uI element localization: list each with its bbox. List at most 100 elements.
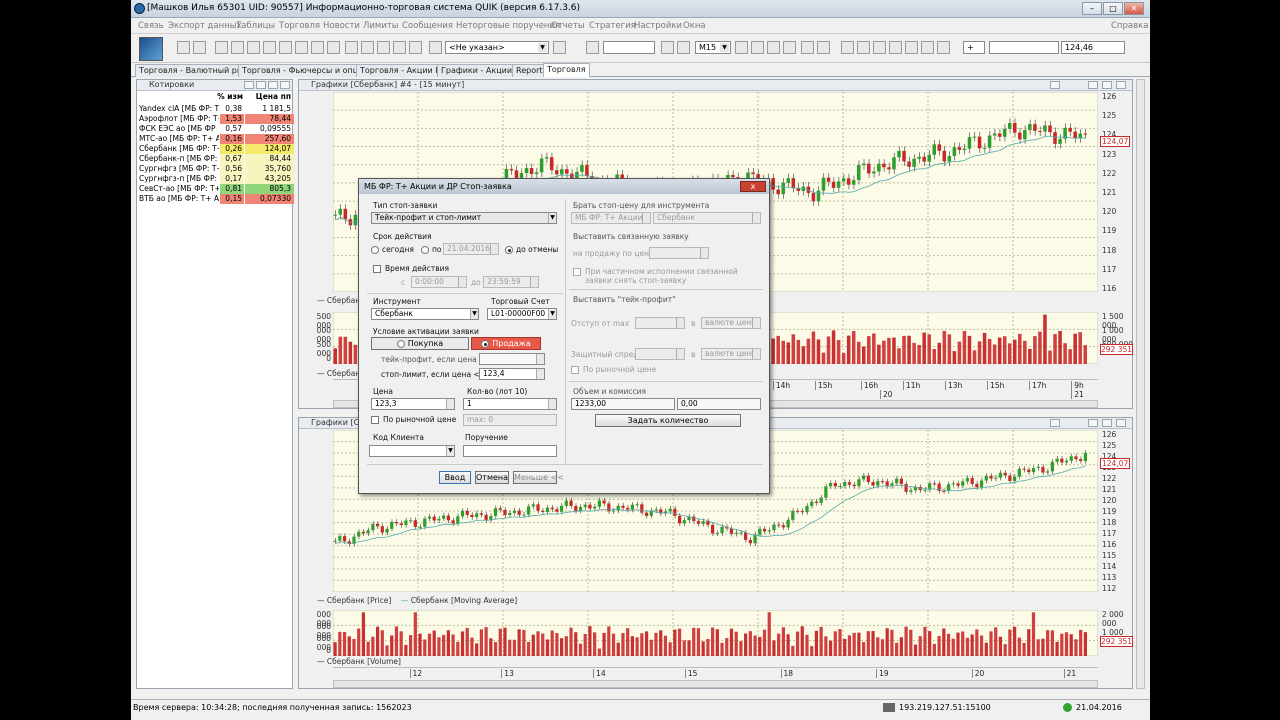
term-cancel-radio[interactable] [505,246,513,254]
client-code-select[interactable]: ▼ [369,445,455,457]
spread-unit-select[interactable]: валюте цены [701,348,761,360]
quote-row[interactable]: Yandex clA [МБ ФР: Т+ 0,38 1 181,5 [137,104,297,114]
menu-item[interactable]: Торговля [279,21,320,31]
hand-icon[interactable] [361,41,374,54]
quote-row[interactable]: Сургнфгз [МБ ФР: Т+ 0,56 35,760 [137,164,297,174]
instrument-input[interactable] [989,41,1059,54]
partial-checkbox[interactable] [573,268,581,276]
account-select[interactable]: <Не указан> ▼ [445,41,549,54]
instrument-select[interactable]: Сбербанк ▼ [371,308,479,320]
menu-item[interactable]: Связь [138,21,164,31]
table-icon[interactable] [409,41,422,54]
table-icon[interactable] [279,41,292,54]
table-icon[interactable] [377,41,390,54]
menu-item[interactable]: Настройки [634,21,682,31]
cancel-button[interactable]: Отмена [475,471,509,484]
zoom-out-icon[interactable] [767,41,780,54]
drawing-icon[interactable] [937,41,950,54]
time-to-input[interactable]: 23:59:59 [483,276,539,288]
minimize-icon[interactable] [256,81,266,89]
new-order-icon[interactable] [177,41,190,54]
price-input[interactable]: 123,3 [371,398,455,410]
close-icon[interactable] [1116,81,1126,89]
stop-type-select[interactable]: Тейк-профит и стоп-лимит ▼ [371,212,557,224]
sell-option[interactable]: Продажа [471,337,541,350]
term-until-radio[interactable] [421,246,429,254]
line-icon[interactable] [817,41,830,54]
menu-item[interactable]: Неторговые поручения [456,21,560,31]
drawing-icon[interactable] [905,41,918,54]
zoom-in-icon[interactable] [751,41,764,54]
crosshair-icon[interactable] [735,41,748,54]
linked-price-input[interactable] [649,247,709,259]
interval-select[interactable]: M15 ▼ [695,41,731,54]
maximize-icon[interactable] [1102,81,1112,89]
line-icon[interactable] [801,41,814,54]
quote-row[interactable]: Аэрофлот [МБ ФР: Т+ 1,53 78,44 [137,114,297,124]
table-icon[interactable] [231,41,244,54]
chart2-volume-area[interactable] [333,610,1098,656]
minimize-button[interactable]: – [1082,2,1102,15]
quote-row[interactable]: Сбербанк [МБ ФР: Т+ 0,26 124,07 [137,144,297,154]
chart-icon[interactable] [677,41,690,54]
quote-row[interactable]: Сбербанк-п [МБ ФР: Т 0,67 84,44 [137,154,297,164]
drawing-icon[interactable] [857,41,870,54]
table-icon[interactable] [327,41,340,54]
tab-trading[interactable]: Торговля [543,63,590,77]
market-price-checkbox[interactable] [371,416,379,424]
table-icon[interactable] [311,41,324,54]
term-today-radio[interactable] [371,246,379,254]
minimize-icon[interactable] [1088,81,1098,89]
hand-icon[interactable] [783,41,796,54]
quantity-input[interactable]: 1 [463,398,557,410]
quote-row[interactable]: Сургнфгз-п [МБ ФР: Т 0,17 43,205 [137,174,297,184]
table-icon[interactable] [393,41,406,54]
chart-icon[interactable] [661,41,674,54]
price-input[interactable]: 124,46 [1061,41,1125,54]
drawing-icon[interactable] [921,41,934,54]
indent-input[interactable] [635,317,685,329]
workspace-scrollbar[interactable] [1136,79,1145,689]
minimize-icon[interactable] [1088,419,1098,427]
dialog-close-button[interactable]: x [740,181,766,192]
set-quantity-button[interactable]: Задать количество [595,414,741,427]
menu-item[interactable]: Окна [683,21,706,31]
quik-logo-icon[interactable] [139,37,163,61]
table-icon[interactable] [263,41,276,54]
add-button[interactable]: + [963,41,985,54]
menu-item[interactable]: Новости [323,21,360,31]
pin-icon[interactable] [1050,419,1060,427]
close-button[interactable]: ✕ [1124,2,1144,15]
spread-input[interactable] [635,348,685,360]
less-button[interactable]: Меньше << [513,471,564,484]
table-icon[interactable] [215,41,228,54]
search-input[interactable] [603,41,655,54]
table-icon[interactable] [247,41,260,54]
filter-icon[interactable] [244,81,254,89]
drawing-icon[interactable] [841,41,854,54]
pin-icon[interactable] [1050,81,1060,89]
drawing-icon[interactable] [889,41,902,54]
buy-option[interactable]: Покупка [371,337,469,350]
menu-item-help[interactable]: Справка [1111,21,1148,31]
menu-item[interactable]: Таблицы [236,21,275,31]
r-market-checkbox[interactable] [571,366,579,374]
maximize-button[interactable]: □ [1103,2,1123,15]
enter-button[interactable]: Ввод [439,471,471,484]
stop-instrument-select[interactable]: Сбербанк [653,212,761,224]
stop-class-select[interactable]: МБ ФР: Т+ Акции и [571,212,651,224]
maximize-icon[interactable] [1102,419,1112,427]
account-select[interactable]: L01-00000F00 ▼ [487,308,557,320]
menu-item[interactable]: Отчеты [551,21,585,31]
term-date-input[interactable]: 21.04.2016 [443,243,499,255]
take-profit-input[interactable] [479,353,545,365]
table-icon[interactable] [295,41,308,54]
chart2-scrollbar[interactable] [333,680,1098,688]
maximize-icon[interactable] [268,81,278,89]
menu-item[interactable]: Стратегия [589,21,636,31]
time-checkbox[interactable] [373,265,381,273]
time-from-input[interactable]: 0:00:00 [411,276,467,288]
drawing-icon[interactable] [873,41,886,54]
menu-item[interactable]: Лимиты [363,21,399,31]
stop-order-icon[interactable] [193,41,206,54]
